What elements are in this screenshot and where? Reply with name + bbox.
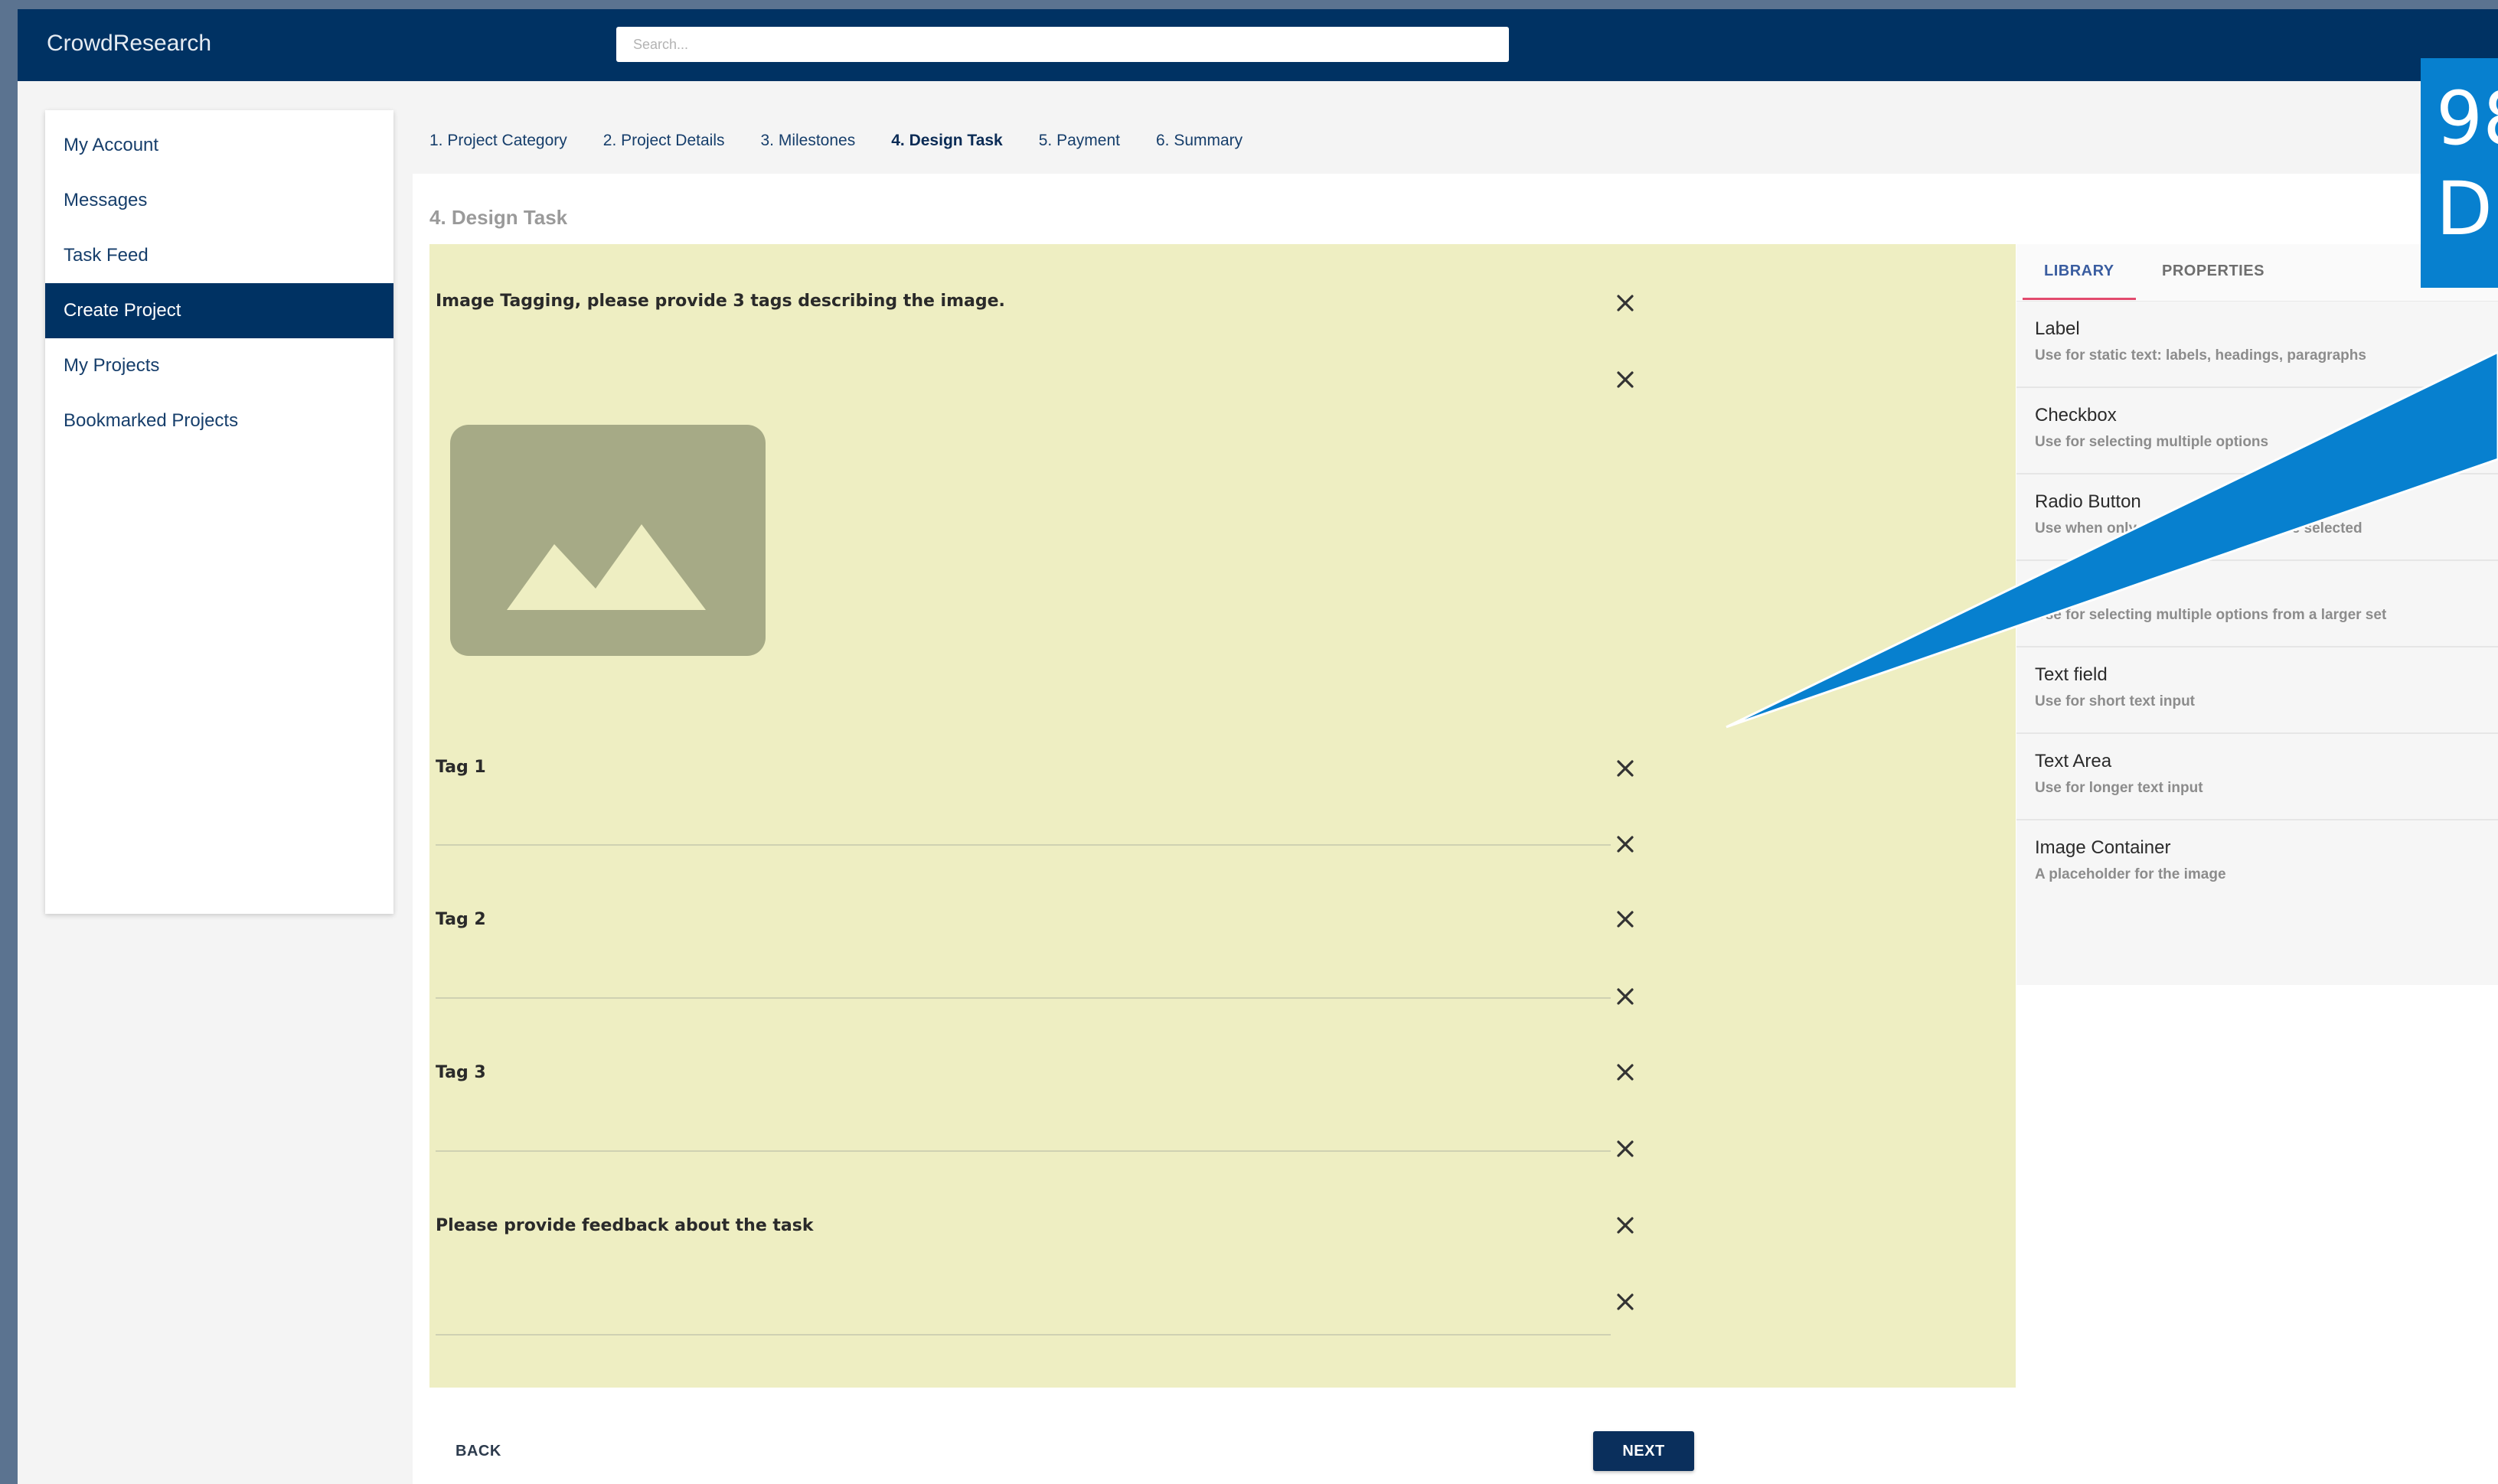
feedback-label[interactable]: Please provide feedback about the task [436, 1216, 814, 1235]
library-item-desc: Use when only one option needs to be sel… [2035, 520, 2362, 537]
annotation-callout: 98 D [2421, 58, 2498, 288]
close-icon[interactable] [1612, 290, 1638, 316]
tag-2-input-line[interactable] [436, 997, 1611, 999]
library-item-title: Checkbox [2035, 405, 2117, 426]
component-library: LIBRARY PROPERTIES Label Use for static … [2016, 244, 2498, 985]
callout-line-2: D [2436, 166, 2493, 252]
callout-line-1: 98 [2436, 76, 2498, 161]
active-tab-indicator [2023, 298, 2136, 300]
library-item-radio-button[interactable]: Radio Button Use when only one option ne… [2016, 475, 2498, 561]
library-item-title: Label [2035, 318, 2080, 339]
step-design-task[interactable]: 4. Design Task [891, 126, 1003, 156]
sidebar-item-create-project[interactable]: Create Project [45, 283, 393, 338]
close-icon[interactable] [1612, 906, 1638, 932]
app-window: CrowdResearch My Account Messages Task F… [18, 9, 2498, 1484]
back-button[interactable]: BACK [437, 1431, 520, 1471]
close-icon[interactable] [1612, 1289, 1638, 1315]
close-icon[interactable] [1612, 1059, 1638, 1085]
library-item-label[interactable]: Label Use for static text: labels, headi… [2016, 302, 2498, 388]
tag-3-input-line[interactable] [436, 1150, 1611, 1152]
close-icon[interactable] [1612, 1212, 1638, 1238]
tab-library[interactable]: LIBRARY [2044, 263, 2114, 280]
step-milestones[interactable]: 3. Milestones [761, 126, 856, 156]
library-item-title: Image Container [2035, 837, 2171, 858]
task-design-canvas[interactable]: Image Tagging, please provide 3 tags des… [429, 244, 2016, 1388]
close-icon[interactable] [1612, 755, 1638, 781]
step-project-details[interactable]: 2. Project Details [603, 126, 725, 156]
page-title: 4. Design Task [429, 206, 568, 229]
feedback-textarea-line[interactable] [436, 1334, 1611, 1336]
search-input[interactable] [616, 27, 1509, 62]
sidebar-item-my-account[interactable]: My Account [45, 118, 393, 173]
brand-logo-text[interactable]: CrowdResearch [47, 31, 211, 57]
library-item-title: Text Area [2035, 751, 2112, 771]
close-icon[interactable] [1612, 367, 1638, 393]
close-icon[interactable] [1612, 831, 1638, 857]
sidebar-item-messages[interactable]: Messages [45, 173, 393, 228]
tag-1-label[interactable]: Tag 1 [436, 758, 486, 777]
top-nav-bar: CrowdResearch [18, 9, 2498, 81]
image-placeholder-icon [507, 524, 706, 610]
sidebar-item-bookmarked-projects[interactable]: Bookmarked Projects [45, 393, 393, 448]
library-item-checkbox[interactable]: Checkbox Use for selecting multiple opti… [2016, 388, 2498, 475]
design-task-panel: 4. Design Task Image Tagging, please pro… [413, 174, 2498, 1484]
library-item-select-list[interactable]: Select list Use for selecting multiple o… [2016, 561, 2498, 647]
library-item-desc: Use for static text: labels, headings, p… [2035, 347, 2366, 364]
close-icon[interactable] [1612, 1136, 1638, 1162]
library-item-desc: Use for longer text input [2035, 780, 2203, 796]
image-placeholder[interactable] [450, 425, 766, 656]
tag-2-label[interactable]: Tag 2 [436, 910, 486, 929]
library-item-text-area[interactable]: Text Area Use for longer text input [2016, 734, 2498, 820]
step-project-category[interactable]: 1. Project Category [429, 126, 567, 156]
library-item-desc: Use for selecting multiple options from … [2035, 607, 2387, 623]
tag-1-input-line[interactable] [436, 844, 1611, 846]
library-item-desc: Use for selecting multiple options [2035, 434, 2269, 450]
next-button[interactable]: NEXT [1593, 1431, 1694, 1471]
instruction-label[interactable]: Image Tagging, please provide 3 tags des… [436, 292, 1005, 311]
library-item-desc: A placeholder for the image [2035, 866, 2226, 882]
sidebar-item-my-projects[interactable]: My Projects [45, 338, 393, 393]
library-item-text-field[interactable]: Text field Use for short text input [2016, 647, 2498, 734]
tab-properties[interactable]: PROPERTIES [2162, 263, 2265, 280]
library-item-title: Text field [2035, 664, 2108, 685]
library-item-title: Select list [2035, 578, 2114, 598]
library-item-image-container[interactable]: Image Container A placeholder for the im… [2016, 820, 2498, 907]
sidebar-item-task-feed[interactable]: Task Feed [45, 228, 393, 283]
step-payment[interactable]: 5. Payment [1039, 126, 1120, 156]
library-item-desc: Use for short text input [2035, 693, 2196, 709]
library-item-title: Radio Button [2035, 491, 2141, 512]
sidebar: My Account Messages Task Feed Create Pro… [45, 110, 393, 914]
tag-3-label[interactable]: Tag 3 [436, 1063, 486, 1082]
step-summary[interactable]: 6. Summary [1156, 126, 1242, 156]
wizard-steps: 1. Project Category 2. Project Details 3… [429, 126, 1242, 156]
close-icon[interactable] [1612, 983, 1638, 1009]
